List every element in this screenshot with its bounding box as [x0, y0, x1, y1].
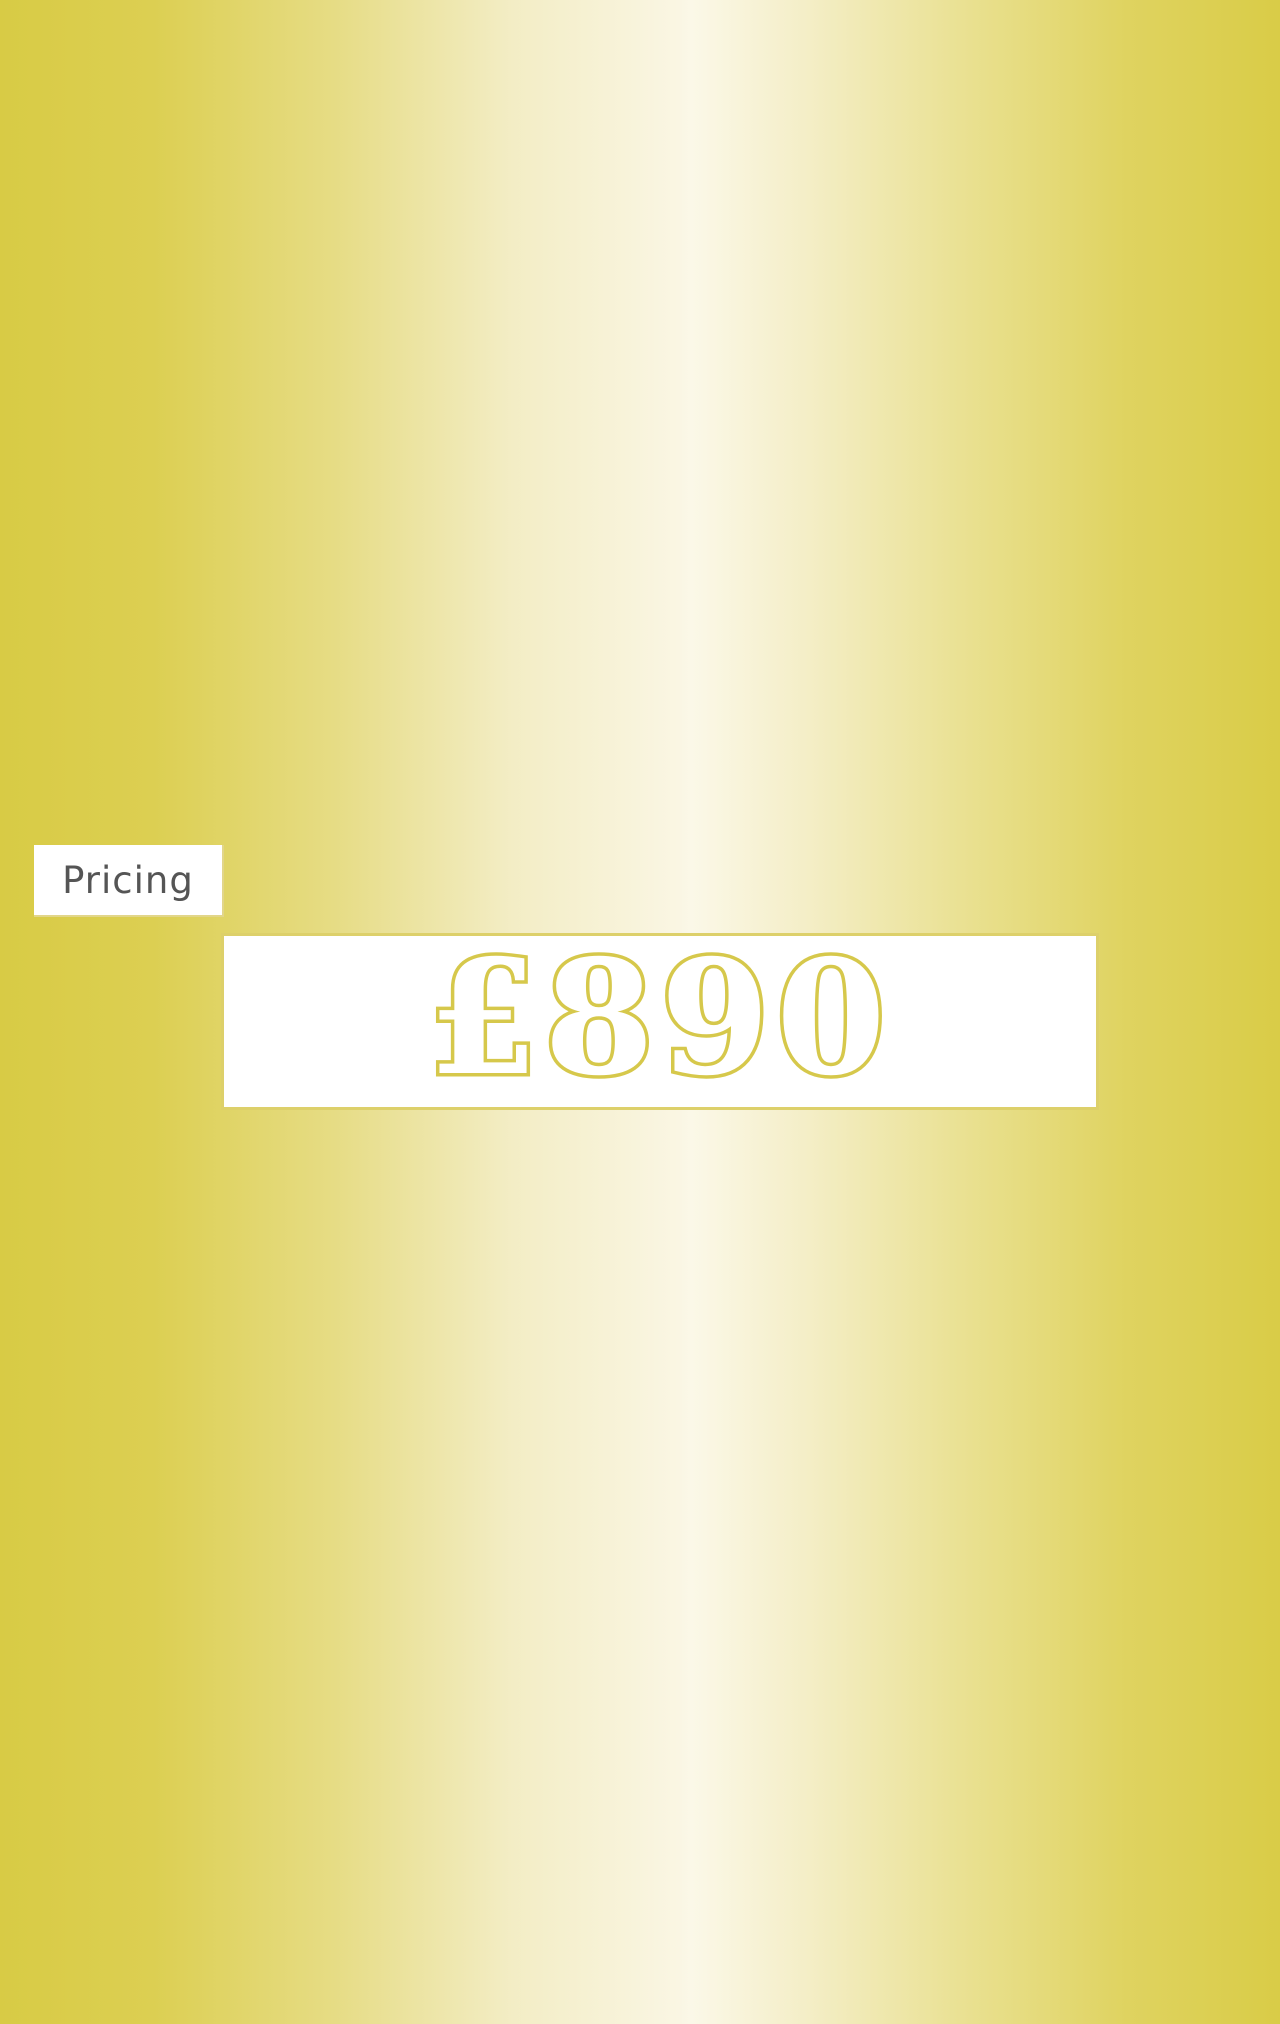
pricing-page: Pricing £890 [0, 0, 1280, 2024]
pricing-label: Pricing [34, 845, 224, 917]
price-value: £890 [425, 925, 892, 1111]
price-panel: £890 [221, 933, 1099, 1110]
